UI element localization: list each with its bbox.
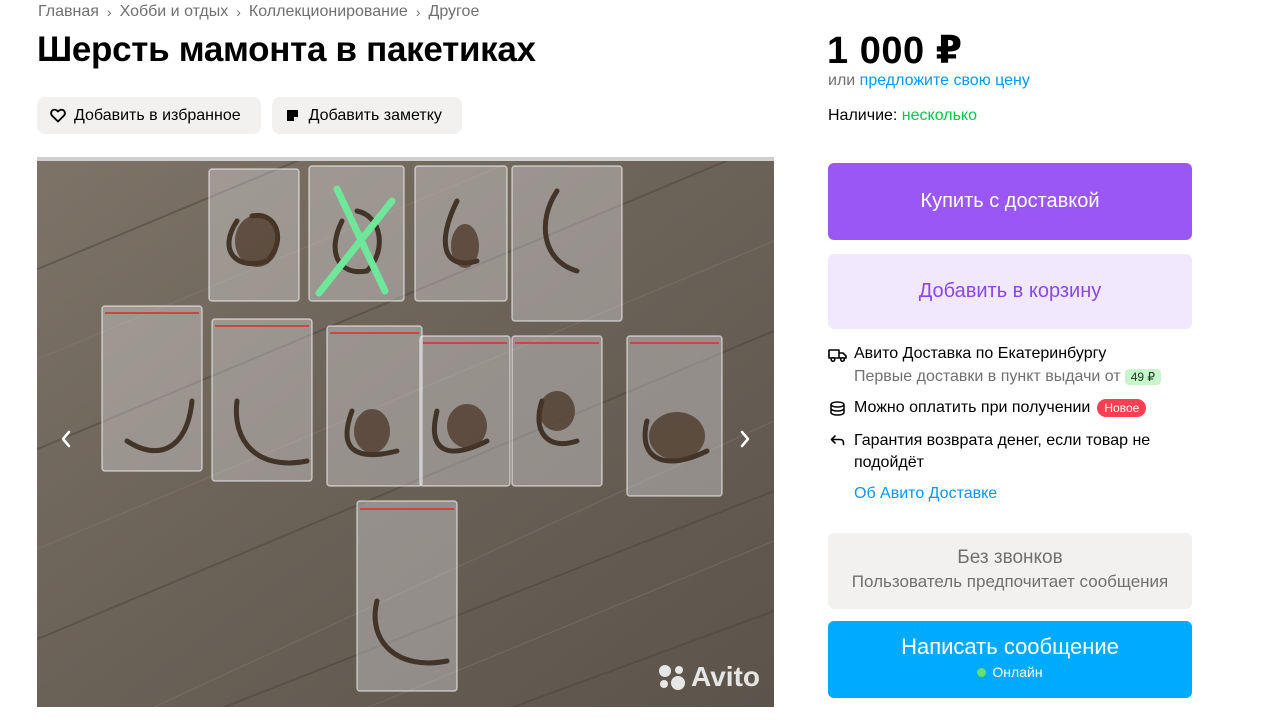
online-status-text: Онлайн: [992, 664, 1043, 680]
listing-photo: [37, 161, 774, 707]
availability-value: несколько: [901, 107, 978, 124]
no-calls-notice: Без звонков Пользователь предпочитает со…: [828, 533, 1192, 609]
coins-icon: [828, 400, 847, 418]
price-offer: или предложите свою цену: [828, 72, 1030, 90]
add-to-cart-button[interactable]: Добавить в корзину: [828, 254, 1192, 329]
add-to-favorites-button[interactable]: Добавить в избранное: [37, 97, 261, 134]
delivery-info: Авито Доставка по Екатеринбургу Первые д…: [828, 345, 1192, 503]
chevron-left-icon: [61, 430, 71, 448]
guarantee-row: Гарантия возврата денег, если товар не п…: [828, 430, 1192, 474]
photo-gallery[interactable]: Avito: [37, 157, 774, 707]
availability-label: Наличие:: [828, 107, 898, 124]
no-calls-title: Без звонков: [957, 547, 1063, 568]
availability: Наличие: несколько: [828, 107, 977, 125]
chevron-right-icon: ›: [106, 4, 112, 20]
no-calls-subtitle: Пользователь предпочитает сообщения: [851, 572, 1169, 591]
offer-price-link[interactable]: предложите свою цену: [860, 72, 1030, 89]
delivery-price-badge: 49 ₽: [1124, 369, 1162, 385]
online-status: Онлайн: [828, 664, 1192, 680]
price: 1 000 ₽: [827, 30, 963, 72]
chevron-right-icon: [740, 430, 750, 448]
avito-logo-icon: [659, 665, 686, 690]
chevron-right-icon: ›: [236, 4, 241, 20]
delivery-first-text: Первые доставки в пункт выдачи от: [854, 368, 1121, 385]
new-badge: Новое: [1097, 399, 1147, 417]
truck-icon: [828, 346, 847, 364]
about-delivery-link[interactable]: Об Авито Доставке: [854, 485, 997, 502]
online-dot-icon: [977, 667, 987, 677]
add-to-favorites-label: Добавить в избранное: [74, 106, 241, 124]
breadcrumb-hobby[interactable]: Хобби и отдых: [120, 3, 229, 21]
cod-row: Можно оплатить при получении Новое: [828, 399, 1192, 418]
chevron-right-icon: ›: [415, 4, 421, 20]
buy-with-delivery-button[interactable]: Купить с доставкой: [828, 163, 1192, 240]
gallery-prev-button[interactable]: [51, 419, 81, 459]
cod-text: Можно оплатить при получении: [854, 399, 1091, 416]
add-note-button[interactable]: Добавить заметку: [271, 97, 462, 134]
breadcrumb-home[interactable]: Главная: [38, 3, 99, 21]
breadcrumb-other[interactable]: Другое: [429, 3, 480, 21]
delivery-row: Авито Доставка по Екатеринбургу: [828, 345, 1192, 364]
guarantee-text: Гарантия возврата денег, если товар не п…: [854, 432, 1151, 471]
breadcrumb: Главная › Хобби и отдых › Коллекциониров…: [38, 3, 479, 21]
breadcrumb-collecting[interactable]: Коллекционирование: [249, 3, 408, 21]
avito-watermark: Avito: [656, 661, 760, 693]
write-message-button[interactable]: Написать сообщение Онлайн: [828, 621, 1192, 698]
offer-prefix: или: [828, 72, 856, 89]
delivery-title: Авито Доставка по Екатеринбургу: [854, 345, 1107, 362]
watermark-text: Avito: [691, 661, 760, 692]
page-title: Шерсть мамонта в пакетиках: [37, 30, 536, 69]
heart-icon: [50, 108, 66, 124]
delivery-first-info: Первые доставки в пункт выдачи от 49 ₽: [854, 368, 1192, 386]
return-arrow-icon: [828, 431, 847, 449]
note-icon: [285, 108, 301, 124]
gallery-next-button[interactable]: [730, 419, 760, 459]
write-message-label: Написать сообщение: [901, 634, 1119, 659]
add-note-label: Добавить заметку: [308, 106, 442, 124]
listing-actions: Добавить в избранное Добавить заметку: [37, 97, 462, 134]
